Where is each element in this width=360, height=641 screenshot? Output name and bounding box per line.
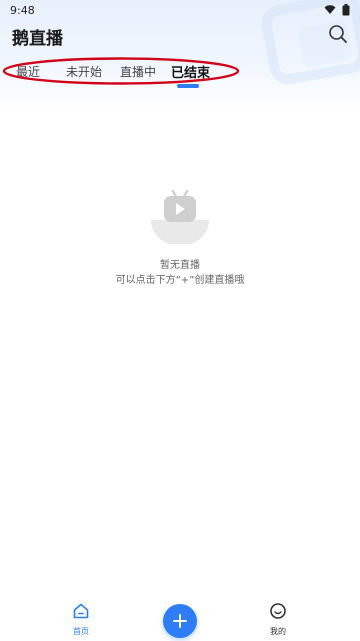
annotation-ellipse xyxy=(2,57,240,85)
wifi-icon xyxy=(324,5,336,14)
search-icon xyxy=(329,25,347,43)
plus-icon xyxy=(173,614,187,628)
nav-me-label: 我的 xyxy=(270,627,286,636)
nav-home[interactable]: 首页 xyxy=(61,602,101,637)
status-icons xyxy=(324,4,350,16)
page-title: 鹅直播 xyxy=(12,29,63,49)
empty-state-subtitle: 可以点击下方“+”创建直播哦 xyxy=(115,275,245,286)
nav-home-label: 首页 xyxy=(73,627,89,636)
status-bar: 9:48 xyxy=(0,0,360,20)
empty-state-title: 暂无直播 xyxy=(160,260,200,271)
battery-icon xyxy=(342,4,350,16)
smile-icon xyxy=(270,603,286,619)
search-button[interactable] xyxy=(326,22,350,46)
status-time: 9:48 xyxy=(10,3,35,17)
tv-play-icon xyxy=(151,189,209,244)
app-screen: 9:48 鹅直播 最近 未开始 直播中 已结束 暂无直播 可以点击下方“+”创建… xyxy=(0,0,360,641)
home-icon xyxy=(73,603,89,619)
nav-me[interactable]: 我的 xyxy=(258,602,298,637)
create-live-button[interactable] xyxy=(163,604,197,638)
